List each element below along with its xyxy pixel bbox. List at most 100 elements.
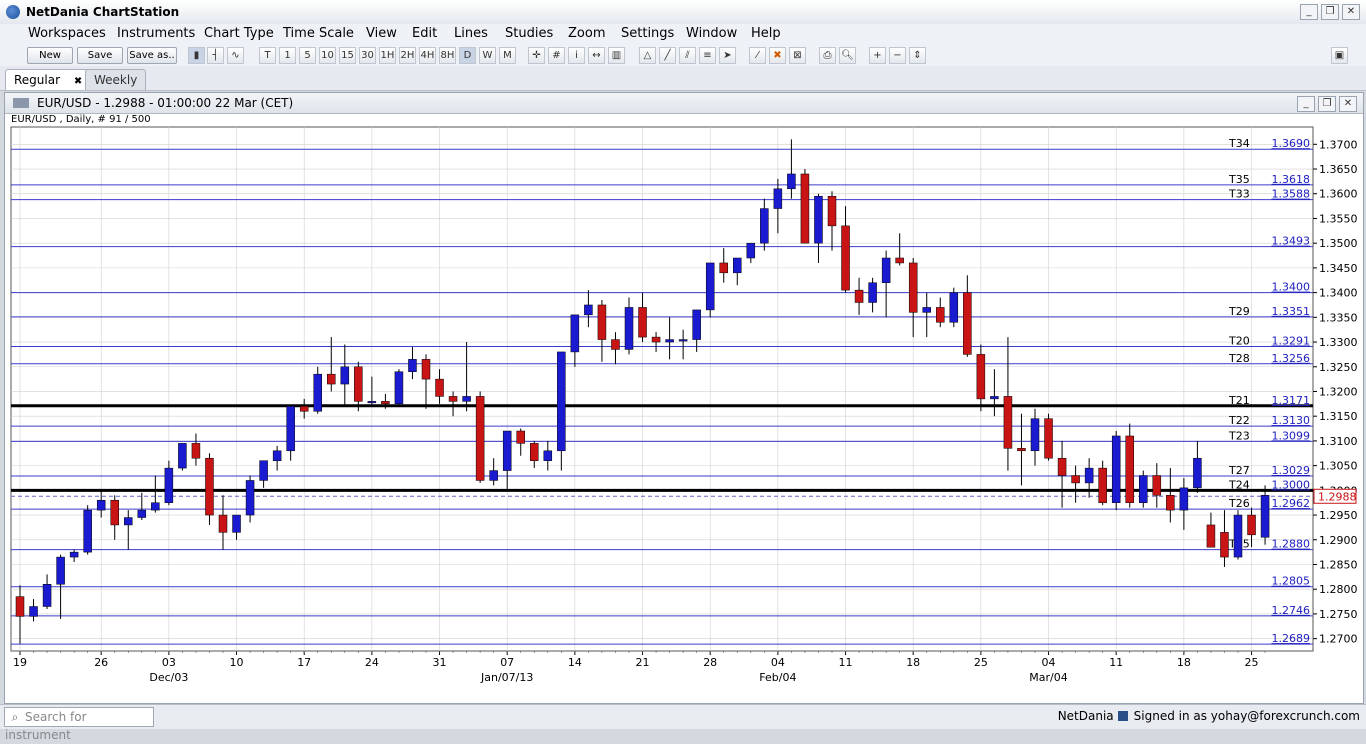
- delete-all-icon[interactable]: ⊠: [789, 47, 806, 64]
- candle-body: [1220, 532, 1229, 558]
- save-as-button[interactable]: Save as..: [127, 47, 177, 64]
- x-tick-label: 14: [568, 656, 582, 669]
- candle-body: [895, 257, 904, 264]
- candle-body: [178, 443, 187, 469]
- menu-zoom[interactable]: Zoom: [568, 26, 605, 41]
- menu-settings[interactable]: Settings: [621, 26, 674, 41]
- x-tick-label: 24: [365, 656, 379, 669]
- menu-workspaces[interactable]: Workspaces: [28, 26, 106, 41]
- close-icon[interactable]: ✕: [1342, 4, 1360, 20]
- candle-body: [611, 339, 620, 350]
- level-label: 1.3130: [1272, 414, 1311, 427]
- candle-body: [1003, 396, 1013, 449]
- zoom-out-icon[interactable]: −: [889, 47, 906, 64]
- level-label: 1.3351: [1272, 305, 1311, 318]
- candle-body: [705, 262, 715, 311]
- search-input[interactable]: ⌕ Search for instrument: [4, 707, 154, 742]
- panel-toggle-icon[interactable]: ▣: [1331, 47, 1348, 64]
- candle-body: [624, 307, 634, 350]
- timescale-30[interactable]: 30: [359, 47, 376, 64]
- y-tick-label: 1.2900: [1319, 534, 1358, 547]
- level-label: 1.2880: [1272, 538, 1311, 551]
- menu-view[interactable]: View: [366, 26, 397, 41]
- candle-body: [1247, 514, 1256, 536]
- zoom-in-icon[interactable]: +: [869, 47, 886, 64]
- menu-instruments[interactable]: Instruments: [117, 26, 195, 41]
- scroll-icon[interactable]: ↔: [588, 47, 605, 64]
- candle-body: [787, 173, 796, 190]
- level-tag: T33: [1228, 188, 1250, 201]
- title-bar: NetDania ChartStation _ ❐ ✕: [0, 0, 1366, 25]
- print-preview-icon[interactable]: 🔍︎: [839, 47, 856, 64]
- level-label: 1.3099: [1272, 429, 1311, 442]
- close-tab-icon[interactable]: ✖: [74, 76, 82, 87]
- timescale-weekly[interactable]: W: [479, 47, 496, 64]
- new-button[interactable]: New: [27, 47, 73, 64]
- minimize-icon[interactable]: _: [1300, 4, 1318, 20]
- grid-icon[interactable]: #: [548, 47, 565, 64]
- info-icon[interactable]: i: [568, 47, 585, 64]
- y-tick-label: 1.2850: [1319, 558, 1358, 571]
- timescale-4h[interactable]: 4H: [419, 47, 436, 64]
- candle-body: [1206, 524, 1216, 548]
- y-tick-label: 1.2700: [1319, 633, 1358, 646]
- restore-icon[interactable]: ❐: [1321, 4, 1339, 20]
- x-month-label: Jan/07/13: [480, 671, 533, 684]
- candle-body: [1111, 435, 1121, 503]
- timescale-5[interactable]: 5: [299, 47, 316, 64]
- timescale-15[interactable]: 15: [339, 47, 356, 64]
- level-label: 1.3618: [1272, 173, 1311, 186]
- draw-line-icon[interactable]: ⁄: [749, 47, 766, 64]
- timescale-1[interactable]: 1: [279, 47, 296, 64]
- level-label: 1.3400: [1272, 281, 1311, 294]
- level-tag: T34: [1228, 137, 1250, 150]
- timescale-monthly[interactable]: M: [499, 47, 516, 64]
- candle-body: [530, 443, 539, 461]
- print-icon[interactable]: ⎙: [819, 47, 836, 64]
- candle-body: [841, 225, 850, 291]
- volume-icon[interactable]: ▥: [608, 47, 625, 64]
- menu-lines[interactable]: Lines: [454, 26, 488, 41]
- level-label: 1.3493: [1272, 235, 1311, 248]
- candlestick-chart[interactable]: 19 26 03 10 17 24 31 07 14 21 28 04 11 18 25 04 11 18 25 De…: [5, 93, 1363, 703]
- timescale-1h[interactable]: 1H: [379, 47, 396, 64]
- candle-body: [651, 336, 661, 343]
- channel-icon[interactable]: ⫽: [679, 47, 696, 64]
- menu-time-scale[interactable]: Time Scale: [283, 26, 354, 41]
- candle-body: [29, 606, 38, 617]
- candle-body: [1057, 457, 1067, 476]
- candle-body: [692, 309, 701, 340]
- fit-icon[interactable]: ⇕: [909, 47, 926, 64]
- candle-body: [327, 373, 336, 385]
- brand-label: NetDania: [1057, 709, 1114, 723]
- x-tick-label: 18: [1177, 656, 1191, 669]
- timescale-10[interactable]: 10: [319, 47, 336, 64]
- timescale-2h[interactable]: 2H: [399, 47, 416, 64]
- candle-body: [1044, 418, 1053, 459]
- tab-regular[interactable]: Regular ✖: [5, 69, 92, 90]
- crosshair-icon[interactable]: ✛: [528, 47, 545, 64]
- menu-help[interactable]: Help: [751, 26, 781, 41]
- menu-window[interactable]: Window: [686, 26, 737, 41]
- bar-chart-icon[interactable]: ┤: [207, 47, 224, 64]
- candle-body: [232, 514, 241, 533]
- timescale-daily[interactable]: D: [459, 47, 476, 64]
- y-tick-label: 1.3250: [1319, 361, 1358, 374]
- menu-edit[interactable]: Edit: [412, 26, 437, 41]
- timescale-tick[interactable]: T: [259, 47, 276, 64]
- trendline-icon[interactable]: ╱: [659, 47, 676, 64]
- bell-icon[interactable]: △: [639, 47, 656, 64]
- candlestick-chart-icon[interactable]: ▮: [188, 47, 205, 64]
- tab-weekly[interactable]: Weekly: [85, 69, 147, 90]
- y-tick-label: 1.2750: [1319, 608, 1358, 621]
- delete-icon[interactable]: ✖: [769, 47, 786, 64]
- cursor-icon[interactable]: ➤: [719, 47, 736, 64]
- menu-chart-type[interactable]: Chart Type: [204, 26, 274, 41]
- save-button[interactable]: Save: [77, 47, 123, 64]
- menu-studies[interactable]: Studies: [505, 26, 553, 41]
- fibonacci-icon[interactable]: ≡: [699, 47, 716, 64]
- timescale-8h[interactable]: 8H: [439, 47, 456, 64]
- line-chart-icon[interactable]: ∿: [227, 47, 244, 64]
- signed-in-label: Signed in as yohay@forexcrunch.com: [1133, 709, 1360, 723]
- candle-body: [299, 406, 309, 412]
